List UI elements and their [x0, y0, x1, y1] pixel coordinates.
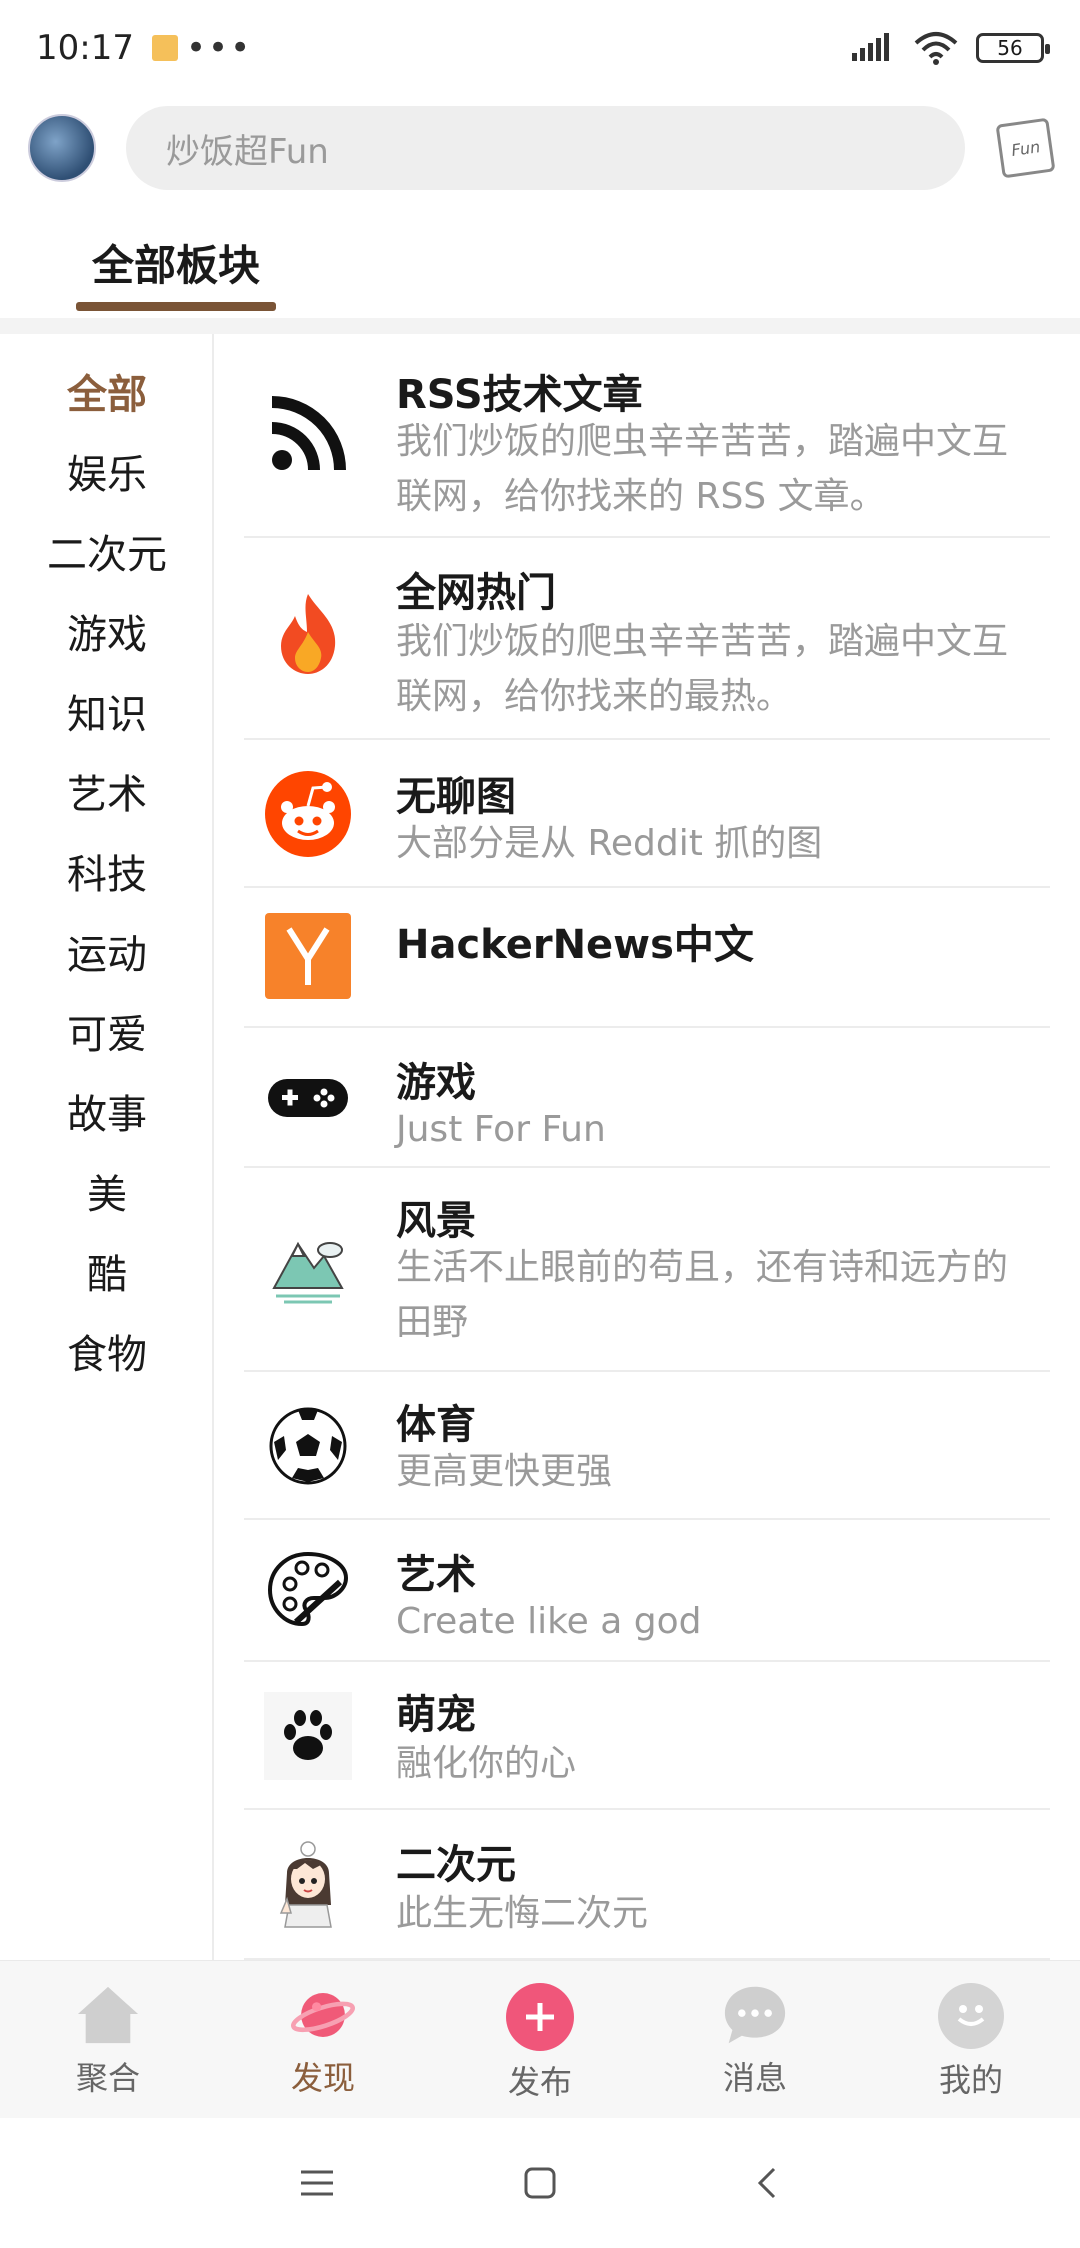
nav-label: 发现 [290, 2059, 355, 2097]
search-input[interactable]: 炒饭超Fun [126, 106, 965, 190]
category-games[interactable]: 游戏 [0, 602, 214, 660]
anime-girl-icon [264, 1840, 352, 1928]
status-time: 10:17 [36, 28, 134, 68]
fun-logo-icon[interactable]: Fun [995, 117, 1056, 179]
board-desc: 此生无悔二次元 [396, 1893, 649, 1934]
nav-label: 发布 [507, 2063, 572, 2101]
category-all[interactable]: 全部 [0, 362, 214, 420]
soccer-ball-icon [264, 1402, 352, 1490]
list-item[interactable]: 风景 生活不止眼前的苟且，还有诗和远方的田野 [244, 1168, 1050, 1372]
status-indicators: 56 [850, 31, 1050, 65]
divider [0, 318, 1080, 334]
status-bar: 10:17 ••• 56 [0, 0, 1080, 96]
logo-text: Fun [1009, 136, 1041, 160]
list-item[interactable]: 艺术 Create like a god [244, 1520, 1050, 1662]
category-knowledge[interactable]: 知识 [0, 682, 214, 740]
board-desc: 我们炒饭的爬虫辛辛苦苦，踏遍中文互联网，给你找来的最热。 [396, 621, 1009, 717]
search-placeholder: 炒饭超Fun [166, 131, 329, 172]
category-sports[interactable]: 运动 [0, 922, 214, 980]
board-title: 艺术 [396, 1552, 476, 1598]
fire-icon [264, 590, 352, 678]
plus-icon [506, 1983, 574, 2051]
board-desc: 生活不止眼前的苟且，还有诗和远方的田野 [396, 1247, 1009, 1343]
gamepad-icon [264, 1054, 352, 1142]
category-stories[interactable]: 故事 [0, 1082, 214, 1140]
board-desc: 大部分是从 Reddit 抓的图 [396, 823, 823, 864]
signal-icon [852, 33, 889, 61]
board-title: HackerNews中文 [396, 922, 754, 968]
smile-icon [938, 1983, 1004, 2049]
category-art[interactable]: 艺术 [0, 762, 214, 820]
board-title: 萌宠 [396, 1692, 476, 1738]
nav-messages[interactable]: 消息 [685, 1983, 825, 2099]
board-title: 二次元 [396, 1842, 516, 1888]
nav-label: 消息 [722, 2059, 787, 2097]
paw-icon [264, 1692, 352, 1780]
more-notifications-icon: ••• [185, 28, 253, 68]
menu-icon[interactable] [292, 2158, 342, 2208]
notification-icon [151, 35, 178, 61]
board-title: 体育 [396, 1402, 476, 1448]
list-item[interactable]: 游戏 Just For Fun [244, 1028, 1050, 1168]
tab-indicator [76, 302, 276, 311]
list-item[interactable]: 全网热门 我们炒饭的爬虫辛辛苦苦，踏遍中文互联网，给你找来的最热。 [244, 538, 1050, 740]
list-item[interactable]: HackerNews中文 [244, 888, 1050, 1028]
avatar[interactable] [28, 114, 96, 182]
wifi-icon [914, 32, 958, 65]
board-title: 无聊图 [396, 774, 516, 820]
board-title: RSS技术文章 [396, 372, 643, 418]
category-cute[interactable]: 可爱 [0, 1002, 214, 1060]
board-desc: 更高更快更强 [396, 1451, 613, 1492]
list-item[interactable]: 二次元 此生无悔二次元 [244, 1810, 1050, 1960]
board-desc: 我们炒饭的爬虫辛辛苦苦，踏遍中文互联网，给你找来的 RSS 文章。 [396, 421, 1009, 517]
board-title: 风景 [396, 1198, 476, 1244]
rss-icon [264, 390, 352, 478]
category-cool[interactable]: 酷 [0, 1242, 214, 1300]
board-title: 游戏 [396, 1060, 476, 1106]
category-anime[interactable]: 二次元 [0, 522, 214, 580]
battery-icon: 56 [976, 33, 1050, 63]
app-header: 炒饭超Fun Fun [0, 100, 1080, 196]
board-desc: 融化你的心 [396, 1743, 577, 1784]
category-beauty[interactable]: 美 [0, 1162, 214, 1220]
category-tech[interactable]: 科技 [0, 842, 214, 900]
category-sidebar: 全部 娱乐 二次元 游戏 知识 艺术 科技 运动 可爱 故事 美 酷 食物 [0, 334, 214, 1960]
category-food[interactable]: 食物 [0, 1322, 214, 1380]
list-item[interactable]: 体育 更高更快更强 [244, 1372, 1050, 1520]
system-nav [0, 2118, 1080, 2248]
battery-level: 56 [997, 36, 1023, 60]
list-item[interactable]: RSS技术文章 我们炒饭的爬虫辛辛苦苦，踏遍中文互联网，给你找来的 RSS 文章… [244, 334, 1050, 538]
bottom-nav: 聚合 发现 发布 消息 我的 [0, 1960, 1080, 2118]
list-item[interactable]: 无聊图 大部分是从 Reddit 抓的图 [244, 740, 1050, 888]
list-item[interactable]: 萌宠 融化你的心 [244, 1662, 1050, 1810]
nav-publish[interactable]: 发布 [470, 1983, 610, 2103]
home-icon [76, 1983, 140, 2047]
nav-aggregate[interactable]: 聚合 [38, 1983, 178, 2099]
board-list: RSS技术文章 我们炒饭的爬虫辛辛苦苦，踏遍中文互联网，给你找来的 RSS 文章… [214, 334, 1080, 1960]
hackernews-icon [264, 912, 352, 1000]
board-title: 全网热门 [396, 570, 556, 616]
nav-discover[interactable]: 发现 [253, 1983, 393, 2099]
category-entertainment[interactable]: 娱乐 [0, 442, 214, 500]
reddit-icon [264, 770, 352, 858]
home-square-icon[interactable] [515, 2158, 565, 2208]
chat-bubble-icon [723, 1983, 787, 2047]
board-desc: Just For Fun [396, 1109, 606, 1150]
nav-profile[interactable]: 我的 [901, 1983, 1041, 2101]
mountain-icon [264, 1226, 352, 1314]
nav-label: 聚合 [75, 2059, 140, 2097]
back-icon[interactable] [742, 2158, 792, 2208]
planet-icon [291, 1983, 355, 2047]
tab-all-boards[interactable]: 全部板块 [76, 232, 276, 293]
palette-icon [264, 1546, 352, 1634]
board-desc: Create like a god [396, 1601, 702, 1642]
nav-label: 我的 [938, 2061, 1003, 2099]
board-tabs: 全部板块 [0, 220, 1080, 312]
